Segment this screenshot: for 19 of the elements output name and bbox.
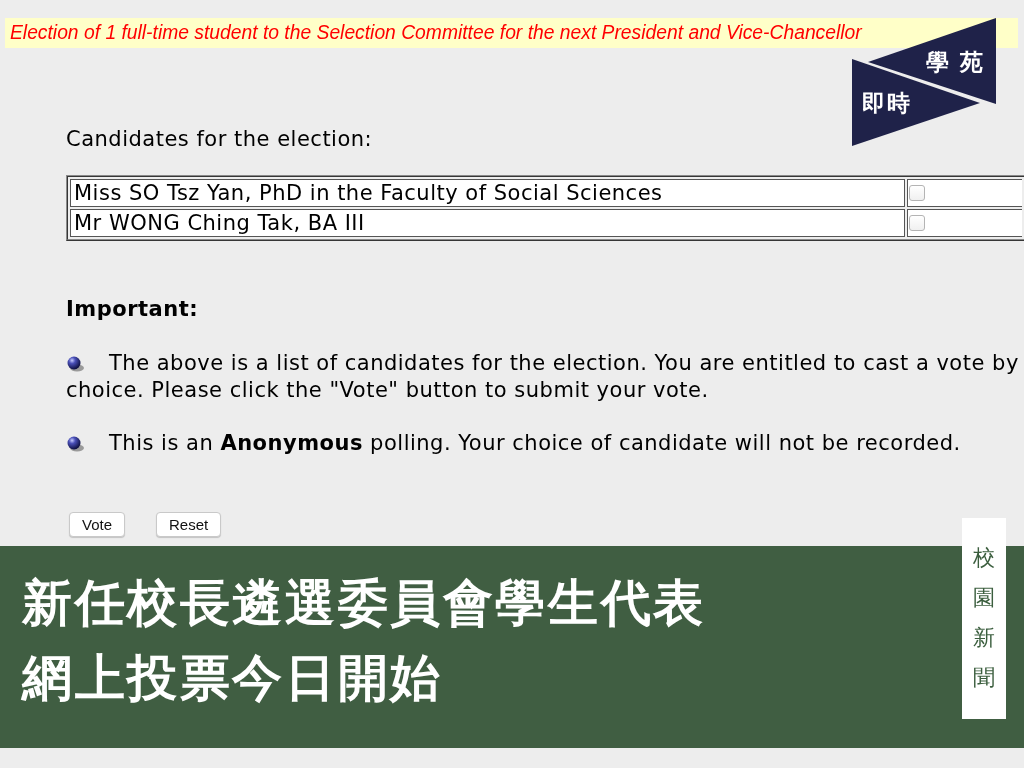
section-label: 校園新聞 [973, 544, 995, 692]
form-button[interactable]: Vote [69, 512, 126, 537]
headline: 新任校長遴選委員會學生代表 [22, 573, 706, 634]
bullet-icon [67, 355, 84, 372]
headline: 網上投票今日開始 [22, 648, 443, 709]
election-title: Election of 1 full-time student to the Selection Committee for the next President and Vice-Chancellor [10, 21, 862, 45]
section-heading: Important: [66, 298, 199, 321]
form-button[interactable]: Reset [156, 512, 222, 537]
checkbox[interactable] [909, 185, 925, 201]
notice-text: This is an Anonymous polling. Your choice of candidate will not be recorded. [109, 430, 961, 457]
bullet-icon [67, 435, 84, 452]
notice-text: choice. Please click the "Vote" button to submit your vote. [66, 377, 709, 404]
logo-text: 即時 [862, 90, 912, 116]
candidate-name: Mr WONG Ching Tak, BA III [70, 209, 905, 237]
notice-text: The above is a list of candidates for the election. You are entitled to cast a vote by [109, 350, 1019, 377]
logo-text: 學苑 [926, 49, 994, 75]
section-heading: Candidates for the election: [66, 128, 373, 151]
candidate-name: Miss SO Tsz Yan, PhD in the Faculty of Social Sciences [70, 179, 905, 207]
checkbox[interactable] [909, 215, 925, 231]
